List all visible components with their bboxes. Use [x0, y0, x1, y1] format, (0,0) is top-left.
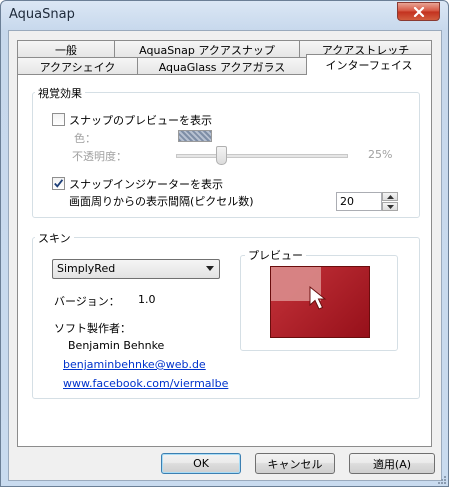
snap-preview-label: スナップのプレビューを表示 [69, 114, 212, 127]
resize-grip-icon[interactable] [436, 474, 446, 484]
author-label: ソフト製作者： [54, 322, 131, 335]
snap-preview-checkbox[interactable] [52, 113, 65, 126]
tab-label: インターフェイス [325, 59, 413, 72]
spacing-spinner[interactable] [382, 192, 398, 211]
opacity-value: 25% [368, 148, 393, 161]
skin-select-value: SimplyRed [57, 262, 116, 275]
snap-indicator-checkbox[interactable] [52, 177, 65, 190]
ok-button-label: OK [193, 457, 209, 470]
version-label: バージョン： [54, 295, 120, 308]
chevron-up-icon [386, 194, 394, 199]
skin-preview-title: プレビュー [245, 247, 306, 263]
cursor-arrow-icon [309, 285, 327, 310]
interface-tab-page: 視覚効果 スナップのプレビューを表示 色： 不透明度： 25% スナップインジケ… [17, 74, 432, 447]
chevron-down-icon [206, 266, 214, 271]
spacing-label: 画面周りからの表示間隔(ピクセル数) [69, 195, 254, 208]
spin-up-button[interactable] [382, 192, 398, 201]
tab-label: AquaGlass アクアガラス [158, 61, 286, 74]
version-value: 1.0 [138, 293, 156, 306]
title-bar[interactable]: AquaSnap [1, 1, 448, 29]
author-website-link[interactable]: www.facebook.com/viermalbe [63, 377, 228, 390]
skin-title: スキン [35, 230, 74, 246]
cancel-button-label: キャンセル [267, 457, 323, 471]
spin-down-button[interactable] [382, 202, 398, 211]
checkmark-icon [54, 179, 64, 188]
skin-select[interactable]: SimplyRed [52, 259, 220, 279]
spacing-value: 20 [340, 195, 354, 208]
opacity-label: 不透明度： [72, 150, 127, 163]
color-swatch[interactable] [178, 130, 212, 142]
close-button[interactable] [397, 2, 440, 21]
author-name: Benjamin Behnke [68, 339, 165, 352]
author-email-link[interactable]: benjaminbehnke@web.de [63, 358, 206, 371]
close-icon [413, 6, 424, 17]
tab-label: アクアシェイク [39, 61, 116, 74]
apply-button[interactable]: 適用(A) [349, 453, 435, 474]
opacity-slider-track[interactable] [176, 154, 348, 158]
tab-interface[interactable]: インターフェイス [306, 54, 432, 75]
dialog-window: AquaSnap 一般 AquaSnap アクアスナップ アクアストレッチ アク… [0, 0, 449, 487]
window-title: AquaSnap [9, 7, 75, 22]
ok-button[interactable]: OK [161, 453, 241, 474]
tab-label: 一般 [55, 44, 77, 57]
cancel-button[interactable]: キャンセル [255, 453, 335, 474]
apply-button-label: 適用(A) [372, 457, 412, 471]
tab-label: AquaSnap アクアスナップ [139, 44, 275, 57]
color-label: 色： [74, 132, 96, 145]
chevron-down-icon [386, 204, 394, 209]
visual-effects-title: 視覚効果 [35, 85, 85, 101]
opacity-slider-thumb[interactable] [216, 146, 228, 165]
spacing-input[interactable]: 20 [336, 192, 382, 211]
snap-indicator-label: スナップインジケーターを表示 [69, 178, 223, 191]
skin-preview-image [270, 266, 370, 338]
